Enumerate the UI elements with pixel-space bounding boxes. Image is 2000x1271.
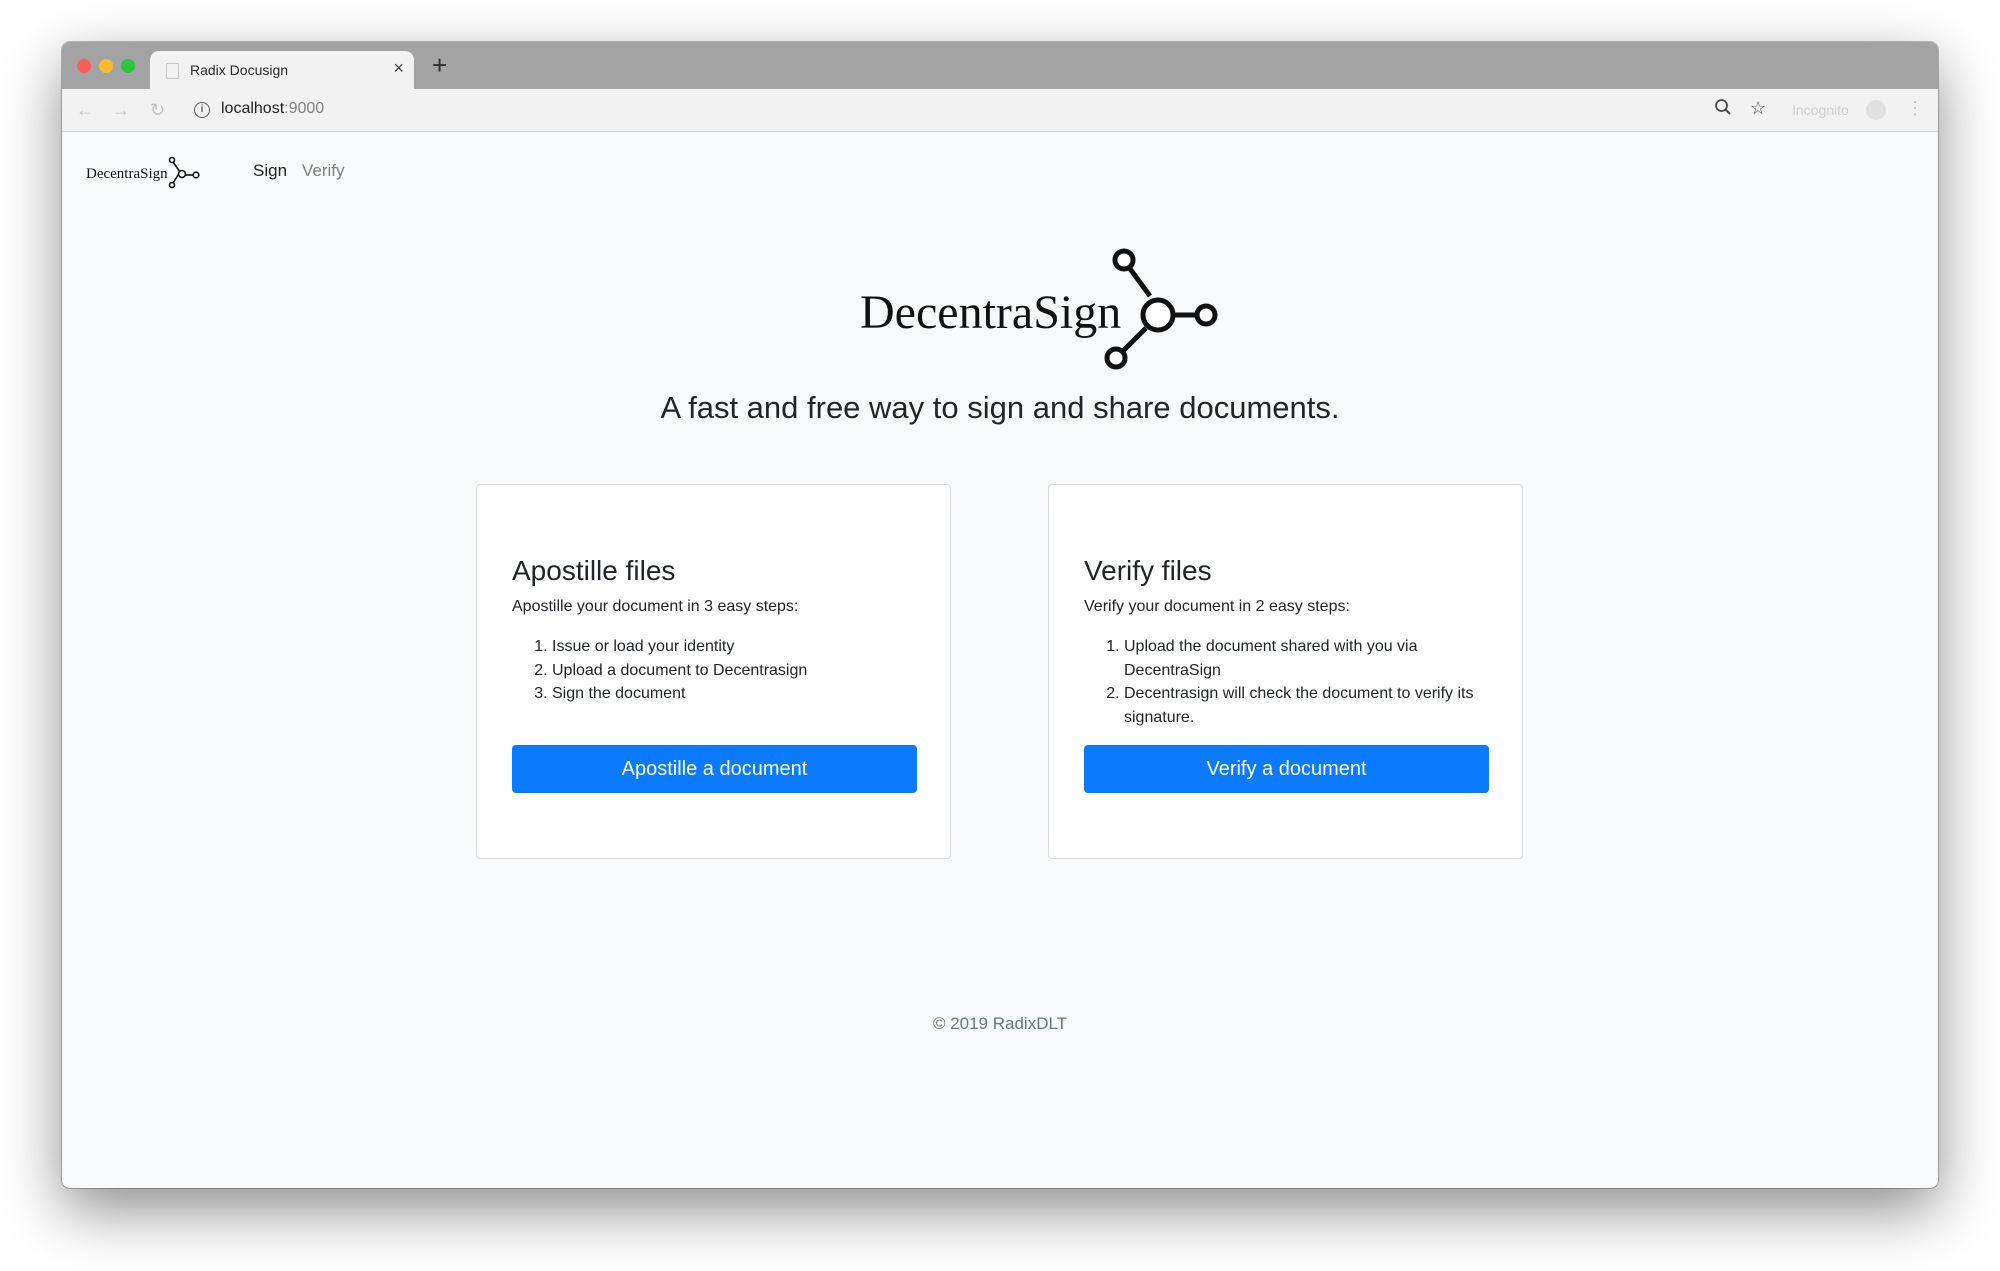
card-title: Apostille files	[512, 555, 676, 586]
apostille-card: Apostille files Apostille your document …	[476, 484, 951, 859]
maximize-window-button[interactable]	[121, 59, 135, 73]
menu-icon[interactable]: ⋮	[1906, 98, 1924, 119]
close-window-button[interactable]	[77, 59, 91, 73]
url-port: :9000	[284, 100, 325, 117]
hero-brand-text: DecentraSign	[860, 286, 1121, 339]
minimize-window-button[interactable]	[99, 59, 113, 73]
steps-list: Issue or load your identity Upload a doc…	[512, 635, 922, 706]
url-host: localhost	[221, 100, 285, 117]
verify-document-button[interactable]: Verify a document	[1084, 745, 1489, 793]
verify-card: Verify files Verify your document in 2 e…	[1048, 484, 1523, 859]
star-icon[interactable]: ☆	[1750, 98, 1766, 119]
page-content: DecentraSign Sign Verify DecentraSign A …	[62, 132, 1938, 1188]
close-tab-icon[interactable]: ×	[393, 58, 404, 79]
browser-toolbar: ← → ↻ i localhost:9000 ☆ Incognito ⋮	[62, 89, 1938, 132]
card-intro: Apostille your document in 3 easy steps:	[512, 598, 799, 615]
step-item: Issue or load your identity	[552, 635, 922, 659]
address-bar[interactable]: localhost:9000	[221, 100, 324, 118]
forward-icon[interactable]: →	[112, 100, 130, 121]
nav-brand-logo[interactable]: DecentraSign	[86, 154, 216, 199]
incognito-icon[interactable]	[1866, 100, 1886, 120]
tab-strip: Radix Docusign × +	[62, 42, 1938, 89]
card-intro: Verify your document in 2 easy steps:	[1084, 598, 1350, 615]
steps-list: Upload the document shared with you via …	[1084, 635, 1494, 729]
tab-title: Radix Docusign	[190, 62, 289, 78]
nav-brand-text: DecentraSign	[86, 166, 168, 182]
step-item: Decentrasign will check the document to …	[1124, 682, 1494, 729]
apostille-document-button[interactable]: Apostille a document	[512, 745, 917, 793]
new-tab-button[interactable]: +	[432, 50, 447, 81]
footer-copyright: © 2019 RadixDLT	[932, 1014, 1068, 1033]
step-item: Sign the document	[552, 682, 922, 706]
hero-logo: DecentraSign	[794, 244, 1354, 379]
browser-window: Radix Docusign × + ← → ↻ i localhost:900…	[62, 42, 1938, 1188]
card-title: Verify files	[1084, 555, 1212, 586]
incognito-label: Incognito	[1792, 102, 1849, 118]
info-icon[interactable]: i	[194, 102, 210, 118]
reload-icon[interactable]: ↻	[150, 100, 165, 121]
browser-tab[interactable]: Radix Docusign ×	[150, 51, 414, 89]
zoom-icon[interactable]	[1714, 98, 1732, 121]
page-icon	[166, 63, 179, 79]
back-icon[interactable]: ←	[76, 100, 94, 121]
step-item: Upload a document to Decentrasign	[552, 659, 922, 683]
step-item: Upload the document shared with you via …	[1124, 635, 1494, 682]
nav-link-sign[interactable]: Sign	[253, 161, 287, 181]
tagline: A fast and free way to sign and share do…	[660, 390, 1340, 425]
nav-link-verify[interactable]: Verify	[302, 161, 345, 181]
